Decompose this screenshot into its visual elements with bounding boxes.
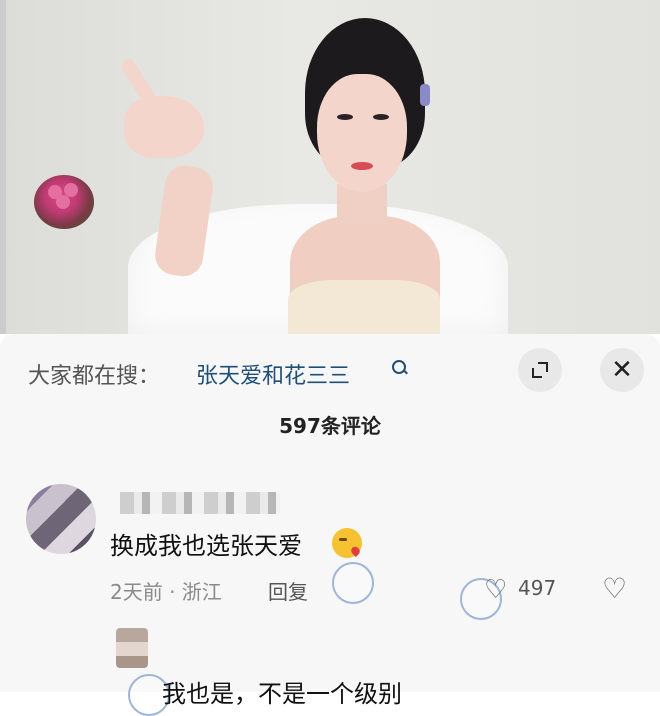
reply-button[interactable]: 回复 <box>268 576 308 605</box>
comment-meta: 2天前 · 浙江 <box>110 580 222 604</box>
search-prefix-label: 大家都在搜： <box>28 364 161 389</box>
expand-icon <box>532 362 548 378</box>
person-top <box>288 280 440 334</box>
person-face <box>317 74 407 192</box>
search-suggestion-bar[interactable]: 大家都在搜： 张天爱和花三三 ✕ <box>0 334 660 406</box>
person-eye-right <box>373 114 389 120</box>
video-frame-edge <box>0 0 6 334</box>
close-button[interactable]: ✕ <box>600 348 644 392</box>
person-lips <box>351 162 373 170</box>
reply-avatar[interactable] <box>116 628 148 668</box>
touch-indicator <box>332 562 374 604</box>
hair-clip <box>420 84 430 106</box>
comment-item: 换成我也选张天爱 2天前 · 浙江 回复 ♡ 497 ♡ <box>0 474 660 620</box>
expand-button[interactable] <box>518 348 562 392</box>
like-count: 497 <box>518 576 557 600</box>
kissing-heart-emoji-icon <box>332 528 362 558</box>
avatar[interactable] <box>26 484 96 554</box>
comment-count: 597条评论 <box>279 414 381 438</box>
dislike-broken-heart-icon[interactable]: ♡ <box>602 575 630 603</box>
search-icon[interactable] <box>392 360 406 374</box>
search-suggestion-link[interactable]: 张天爱和花三三 <box>196 358 350 390</box>
person-hand <box>124 96 204 158</box>
person-eye-left <box>337 114 353 120</box>
flower-decoration <box>34 175 94 229</box>
comment-text: 换成我也选张天爱 <box>110 532 302 560</box>
close-icon: ✕ <box>611 355 633 385</box>
video-player[interactable] <box>0 0 660 334</box>
video-person <box>119 16 520 334</box>
username-blurred[interactable] <box>120 492 280 514</box>
comment-panel: 大家都在搜： 张天爱和花三三 ✕ 597条评论 换成我也选张天爱 2天前 · 浙… <box>0 334 660 716</box>
like-heart-icon[interactable]: ♡ <box>484 577 510 603</box>
